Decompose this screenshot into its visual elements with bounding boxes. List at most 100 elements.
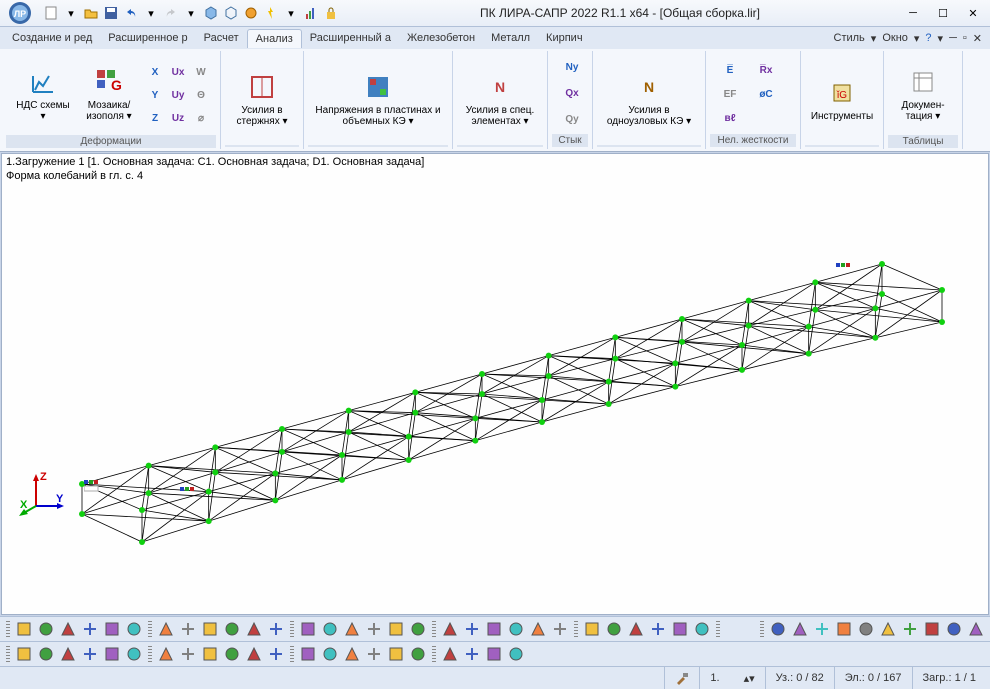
toolbar-btn[interactable] bbox=[550, 619, 570, 639]
load-spinner[interactable]: 1.▴▾ bbox=[699, 667, 764, 689]
mini-mg1-8[interactable]: ⌀ bbox=[189, 106, 213, 130]
toolbar-btn-right[interactable] bbox=[834, 619, 854, 639]
toolbar-btn[interactable] bbox=[342, 644, 362, 664]
toolbar-btn[interactable] bbox=[102, 644, 122, 664]
dropdown-icon[interactable]: ▾ bbox=[182, 4, 200, 22]
bolt-icon[interactable] bbox=[262, 4, 280, 22]
mini-mg7-1[interactable]: R̅x bbox=[754, 59, 778, 83]
toolbar-btn[interactable] bbox=[408, 644, 428, 664]
toolbar-btn[interactable] bbox=[364, 644, 384, 664]
save-icon[interactable] bbox=[102, 4, 120, 22]
tab-6[interactable]: Металл bbox=[483, 29, 538, 48]
toolbar-btn[interactable] bbox=[364, 619, 384, 639]
toolbar-btn[interactable] bbox=[14, 619, 34, 639]
toolbar-btn[interactable] bbox=[648, 619, 668, 639]
new-icon[interactable] bbox=[42, 4, 60, 22]
mini-mg7-4[interactable]: вℓ bbox=[718, 107, 742, 131]
toolbar-btn[interactable] bbox=[298, 619, 318, 639]
mosaic-isopolya-button[interactable]: G Мозаика/ изополя ▾ bbox=[77, 53, 141, 135]
redo-icon[interactable] bbox=[162, 4, 180, 22]
open-icon[interactable] bbox=[82, 4, 100, 22]
toolbar-btn-right[interactable] bbox=[790, 619, 810, 639]
toolbar-btn[interactable] bbox=[440, 619, 460, 639]
instruments-button[interactable]: ǐG Инструменты bbox=[805, 58, 879, 140]
toolbar-btn[interactable] bbox=[604, 619, 624, 639]
toolbar-btn[interactable] bbox=[178, 619, 198, 639]
toolbar-btn[interactable] bbox=[14, 644, 34, 664]
toolbar-btn-right[interactable] bbox=[878, 619, 898, 639]
mini-mg1-5[interactable]: Θ bbox=[189, 83, 213, 107]
toolbar-btn[interactable] bbox=[80, 619, 100, 639]
mini-mg1-1[interactable]: Ux bbox=[166, 60, 190, 84]
toolbar-btn[interactable] bbox=[124, 619, 144, 639]
style-menu[interactable]: Стиль bbox=[834, 32, 865, 44]
child-close-icon[interactable]: ✕ bbox=[973, 32, 982, 45]
toolbar-btn[interactable] bbox=[582, 619, 602, 639]
toolbar-btn-right[interactable] bbox=[900, 619, 920, 639]
nds-schemes-button[interactable]: НДС схемы ▾ bbox=[11, 53, 75, 135]
toolbar-btn[interactable] bbox=[200, 619, 220, 639]
toolbar-btn[interactable] bbox=[222, 644, 242, 664]
mini-mg1-2[interactable]: W bbox=[189, 60, 213, 84]
mini-mg1-0[interactable]: X bbox=[143, 60, 167, 84]
help-icon[interactable]: ? bbox=[925, 32, 931, 44]
close-button[interactable]: ✕ bbox=[960, 4, 986, 22]
child-minimize-icon[interactable]: ─ bbox=[949, 32, 957, 44]
toolbar-btn-right[interactable] bbox=[966, 619, 986, 639]
toolbar-btn[interactable] bbox=[484, 644, 504, 664]
toolbar-btn-right[interactable] bbox=[768, 619, 788, 639]
toolbar-btn[interactable] bbox=[528, 619, 548, 639]
toolbar-btn[interactable] bbox=[506, 644, 526, 664]
toolbar-btn[interactable] bbox=[462, 619, 482, 639]
toolbar-btn[interactable] bbox=[266, 619, 286, 639]
toolbar-btn[interactable] bbox=[36, 619, 56, 639]
toolbar-btn[interactable] bbox=[156, 619, 176, 639]
lock-icon[interactable] bbox=[322, 4, 340, 22]
undo-icon[interactable] bbox=[122, 4, 140, 22]
window-menu[interactable]: Окно bbox=[882, 32, 908, 44]
chart-icon[interactable] bbox=[302, 4, 320, 22]
toolbar-btn[interactable] bbox=[320, 644, 340, 664]
toolbar-btn[interactable] bbox=[102, 619, 122, 639]
toolbar-btn[interactable] bbox=[244, 619, 264, 639]
tab-3[interactable]: Анализ bbox=[247, 29, 302, 48]
dropdown-icon[interactable]: ▾ bbox=[62, 4, 80, 22]
child-restore-icon[interactable]: ▫ bbox=[963, 32, 967, 44]
app-logo[interactable]: ЛР bbox=[4, 0, 36, 26]
dropdown-icon[interactable]: ▾ bbox=[142, 4, 160, 22]
spec-forces-button[interactable]: N Усилия в спец. элементах ▾ bbox=[457, 58, 543, 140]
tab-5[interactable]: Железобетон bbox=[399, 29, 483, 48]
toolbar-btn[interactable] bbox=[200, 644, 220, 664]
mini-mg1-4[interactable]: Uy bbox=[166, 83, 190, 107]
mini-mg5-1[interactable]: Qx bbox=[560, 82, 584, 106]
mini-mg1-6[interactable]: Z bbox=[143, 106, 167, 130]
toolbar-btn[interactable] bbox=[342, 619, 362, 639]
toolbar-btn[interactable] bbox=[58, 619, 78, 639]
toolbar-btn-right[interactable] bbox=[812, 619, 832, 639]
cube-wire-icon[interactable] bbox=[222, 4, 240, 22]
toolbar-btn-right[interactable] bbox=[856, 619, 876, 639]
hammer-icon[interactable] bbox=[664, 667, 699, 689]
toolbar-btn[interactable] bbox=[692, 619, 712, 639]
mini-mg7-0[interactable]: E̅ bbox=[718, 59, 742, 83]
mini-mg5-2[interactable]: Qy bbox=[560, 108, 584, 132]
wheel-icon[interactable] bbox=[242, 4, 260, 22]
toolbar-btn[interactable] bbox=[58, 644, 78, 664]
mini-mg5-0[interactable]: Ny bbox=[560, 56, 584, 80]
plate-stress-button[interactable]: Напряжения в пластинах и объемных КЭ ▾ bbox=[309, 58, 447, 140]
mini-mg1-3[interactable]: Y bbox=[143, 83, 167, 107]
toolbar-btn[interactable] bbox=[36, 644, 56, 664]
tab-0[interactable]: Создание и ред bbox=[4, 29, 100, 48]
maximize-button[interactable]: ☐ bbox=[930, 4, 956, 22]
minimize-button[interactable]: ─ bbox=[900, 4, 926, 22]
documentation-button[interactable]: Докумен-тация ▾ bbox=[888, 53, 958, 135]
toolbar-btn[interactable] bbox=[80, 644, 100, 664]
toolbar-btn[interactable] bbox=[222, 619, 242, 639]
tab-2[interactable]: Расчет bbox=[196, 29, 247, 48]
toolbar-btn[interactable] bbox=[124, 644, 144, 664]
node-forces-button[interactable]: N Усилия в одноузловых КЭ ▾ bbox=[597, 58, 701, 140]
toolbar-btn[interactable] bbox=[670, 619, 690, 639]
toolbar-btn[interactable] bbox=[408, 619, 428, 639]
bar-forces-button[interactable]: Усилия в стержнях ▾ bbox=[225, 58, 299, 140]
toolbar-btn[interactable] bbox=[178, 644, 198, 664]
